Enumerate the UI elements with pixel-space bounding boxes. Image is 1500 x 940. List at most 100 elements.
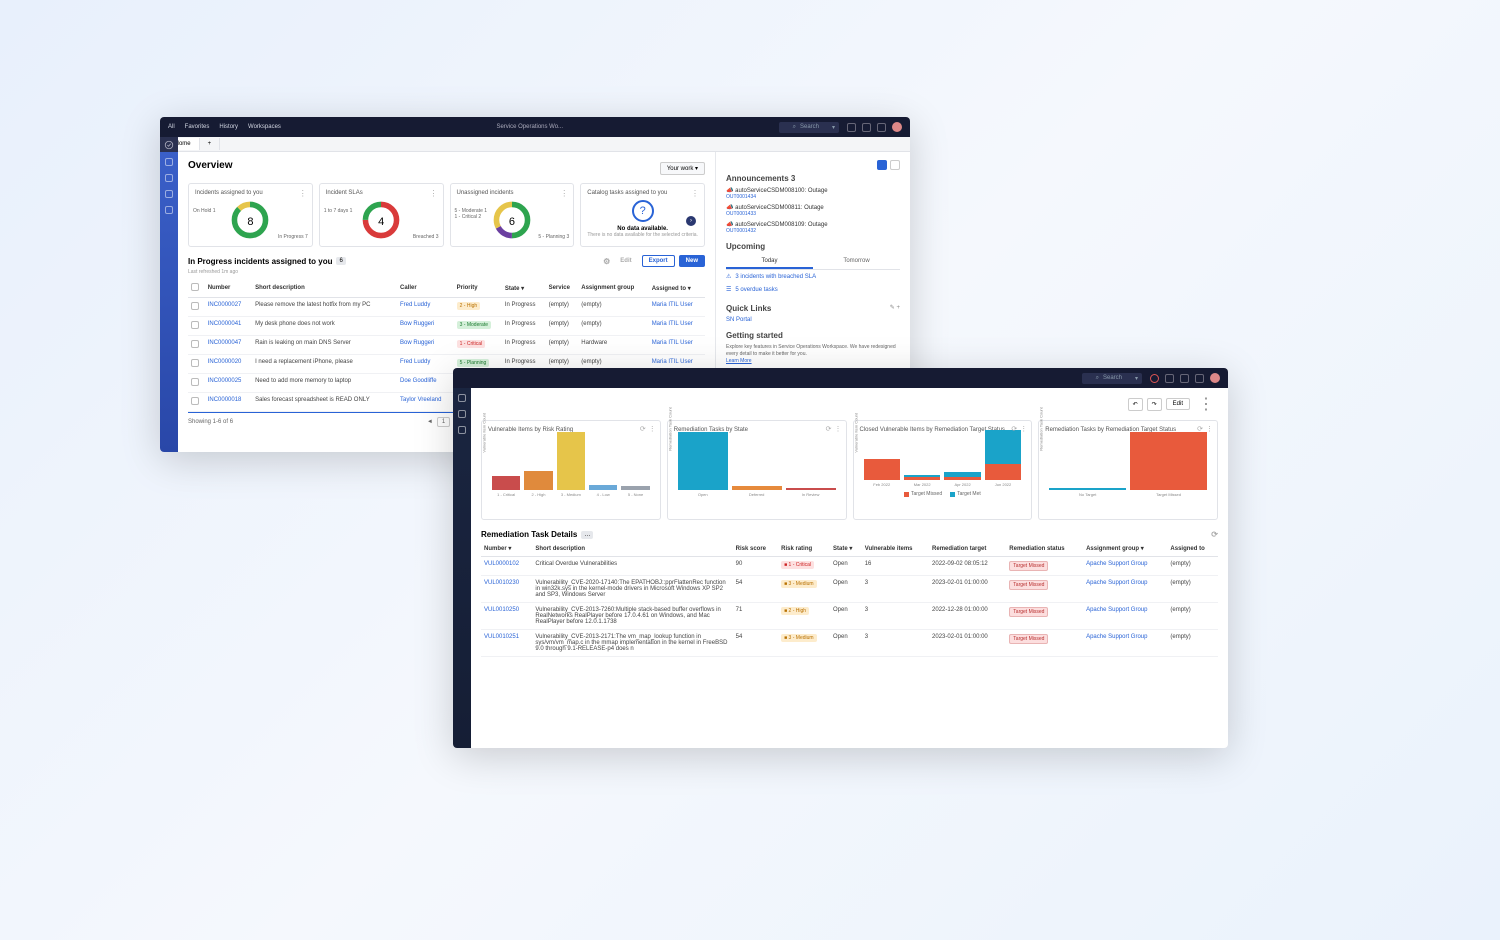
table-row[interactable]: INC0000041 My desk phone does not work B… (188, 317, 705, 336)
refresh-icon[interactable]: ⟳ (826, 425, 832, 433)
col-header[interactable]: Assigned to (1167, 541, 1218, 557)
assignee-link[interactable]: Maria ITIL User (652, 321, 693, 327)
announcement-item[interactable]: 📣 autoServiceCSDM008109: OutageOUT000143… (726, 221, 900, 234)
tab-add[interactable]: + (200, 138, 221, 150)
pager-page[interactable]: 1 (437, 417, 450, 427)
record-icon[interactable] (1150, 374, 1159, 383)
rail-icon[interactable] (165, 174, 173, 182)
global-search[interactable]: ⌕Search▾ (779, 122, 839, 133)
assignee-link[interactable]: Maria ITIL User (652, 302, 693, 308)
incident-link[interactable]: INC0000027 (208, 302, 242, 308)
table-row[interactable]: VUL0010250 Vulnerability_CVE-2013-7260:M… (481, 603, 1218, 630)
bar[interactable]: Target Missed (1130, 432, 1207, 497)
undo-icon[interactable]: ↶ (1128, 398, 1143, 411)
bar[interactable]: Open (678, 432, 728, 497)
chat-icon[interactable] (847, 123, 856, 132)
incident-link[interactable]: INC0000018 (208, 397, 242, 403)
nav-all[interactable]: All (168, 124, 175, 130)
col-header[interactable]: Remediation status (1006, 541, 1083, 557)
bar[interactable]: 5 - None (621, 486, 649, 497)
table-row[interactable]: INC0000047 Rain is leaking on main DNS S… (188, 336, 705, 355)
bar[interactable]: In Review (786, 488, 836, 497)
help-icon[interactable] (1180, 374, 1189, 383)
your-work-button[interactable]: Your work ▾ (660, 162, 705, 175)
col-header[interactable]: Vulnerable items (862, 541, 929, 557)
incident-link[interactable]: INC0000020 (208, 359, 242, 365)
announcement-item[interactable]: 📣 autoServiceCSDM00811: OutageOUT0001433 (726, 204, 900, 217)
col-header[interactable]: Short description (532, 541, 732, 557)
bar[interactable]: 3 - Medium (557, 432, 585, 497)
nav-history[interactable]: History (219, 124, 238, 130)
assignee-link[interactable]: Maria ITIL User (652, 359, 693, 365)
bar[interactable]: 4 - Low (589, 485, 617, 497)
rail-icon[interactable] (458, 394, 466, 402)
avatar[interactable] (1210, 373, 1220, 383)
bar[interactable]: Deferred (732, 486, 782, 497)
col-header[interactable]: Number ▾ (481, 541, 532, 557)
upcoming-item[interactable]: ☰5 overdue tasks (726, 283, 900, 296)
col-header[interactable]: Assigned to ▾ (649, 279, 705, 298)
redo-icon[interactable]: ↷ (1147, 398, 1162, 411)
tab-today[interactable]: Today (726, 255, 813, 269)
group-link[interactable]: Apache Support Group (1086, 607, 1147, 613)
pencil-icon[interactable]: ✎ + (890, 304, 900, 317)
table-row[interactable]: VUL0000102 Critical Overdue Vulnerabilit… (481, 557, 1218, 576)
checkbox[interactable] (191, 378, 199, 386)
rail-icon[interactable] (165, 158, 173, 166)
quick-link[interactable]: SN Portal (726, 317, 900, 323)
col-header[interactable]: Priority (454, 279, 502, 298)
more-icon[interactable]: ⋮ (560, 189, 568, 198)
checkbox[interactable] (191, 321, 199, 329)
caller-link[interactable]: Bow Ruggeri (400, 340, 434, 346)
global-search[interactable]: ⌕Search▾ (1082, 373, 1142, 384)
col-header[interactable]: Risk rating (778, 541, 830, 557)
more-icon[interactable]: ⋮ (649, 425, 656, 433)
learn-more-link[interactable]: Learn More (726, 358, 752, 364)
group-link[interactable]: Apache Support Group (1086, 634, 1147, 640)
bar[interactable]: Jun 2022 (985, 430, 1021, 487)
caller-link[interactable]: Doe Goodliffe (400, 378, 437, 384)
more-icon[interactable]: ⋮ (691, 189, 699, 198)
tab-tomorrow[interactable]: Tomorrow (813, 255, 900, 269)
col-header[interactable] (188, 279, 205, 298)
more-icon[interactable]: ⋮ (835, 425, 842, 433)
announcement-item[interactable]: 📣 autoServiceCSDM008100: OutageOUT000143… (726, 187, 900, 200)
col-header[interactable]: Assignment group (578, 279, 648, 298)
col-header[interactable]: State ▾ (830, 541, 862, 557)
bar[interactable]: Mar 2022 (904, 475, 940, 487)
avatar[interactable] (892, 122, 902, 132)
vul-link[interactable]: VUL0010250 (484, 607, 519, 613)
vul-link[interactable]: VUL0000102 (484, 561, 519, 567)
refresh-icon[interactable]: ⟳ (1197, 425, 1203, 433)
caller-link[interactable]: Fred Luddy (400, 359, 430, 365)
group-link[interactable]: Apache Support Group (1086, 561, 1147, 567)
upcoming-item[interactable]: ⚠3 incidents with breached SLA (726, 270, 900, 283)
refresh-icon[interactable]: ⟳ (640, 425, 646, 433)
incident-link[interactable]: INC0000025 (208, 378, 242, 384)
more-icon[interactable]: ⋮ (1194, 394, 1218, 414)
more-icon[interactable]: ⋮ (299, 189, 307, 198)
checkbox[interactable] (191, 283, 199, 291)
bell-icon[interactable] (877, 123, 886, 132)
rail-icon[interactable] (165, 206, 173, 214)
caller-link[interactable]: Taylor Vreeland (400, 397, 441, 403)
refresh-icon[interactable]: ⟳ (1211, 530, 1218, 539)
chat-icon[interactable] (1165, 374, 1174, 383)
assignee-link[interactable]: Maria ITIL User (652, 340, 693, 346)
col-header[interactable]: Caller (397, 279, 454, 298)
pager-prev[interactable]: ◄ (427, 419, 433, 425)
nav-arrow-icon[interactable]: › (686, 216, 696, 226)
vul-link[interactable]: VUL0010230 (484, 580, 519, 586)
bar[interactable]: No Target (1049, 488, 1126, 497)
nav-workspaces[interactable]: Workspaces (248, 124, 281, 130)
checkbox[interactable] (191, 340, 199, 348)
help-icon[interactable] (862, 123, 871, 132)
table-row[interactable]: VUL0010251 Vulnerability_CVE-2013-2171:T… (481, 630, 1218, 657)
edit-button[interactable]: Edit (1166, 398, 1190, 410)
more-icon[interactable]: ⋮ (1020, 425, 1027, 433)
col-header[interactable]: Short description (252, 279, 397, 298)
export-button[interactable]: Export (642, 255, 675, 267)
bell-icon[interactable] (1195, 374, 1204, 383)
col-header[interactable]: Assignment group ▾ (1083, 541, 1167, 557)
more-icon[interactable]: ⋮ (430, 189, 438, 198)
